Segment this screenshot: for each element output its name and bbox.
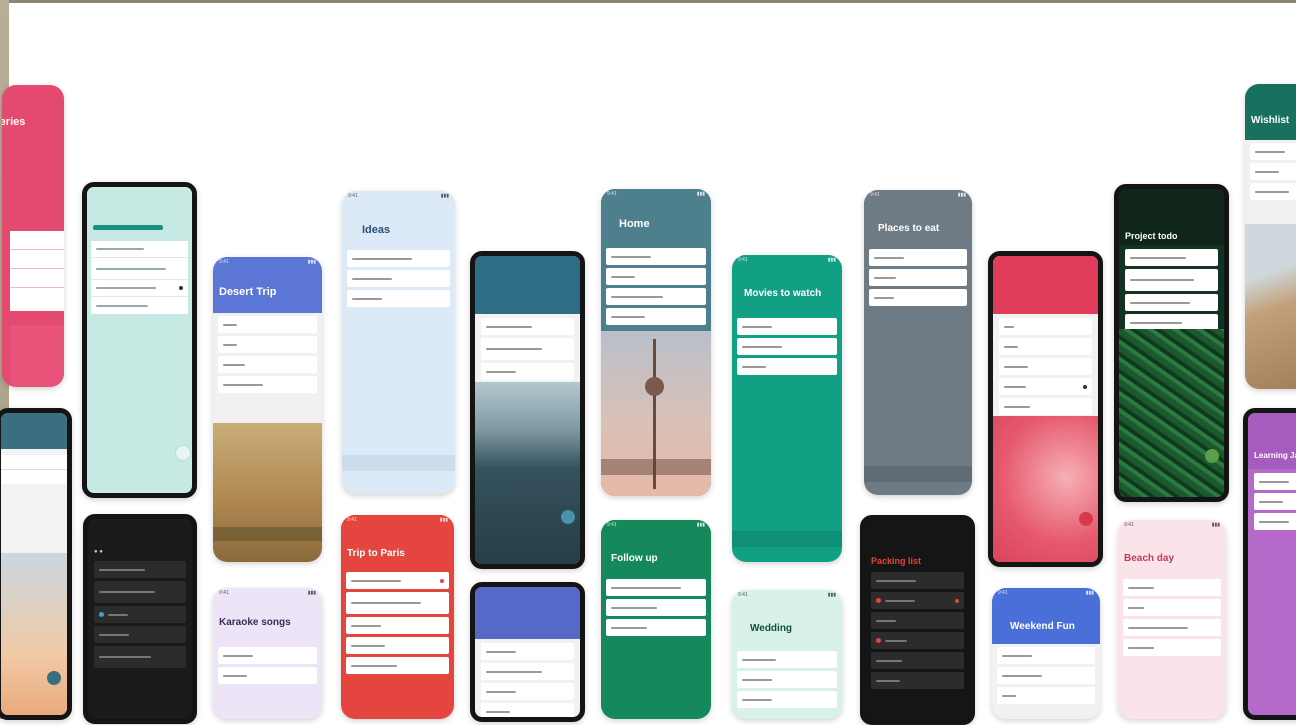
- phone-karaoke-songs: 9:41 ▮▮▮ Karaoke songs: [213, 588, 322, 719]
- fern-leaves-image: [1119, 329, 1224, 497]
- list-title: Learning Japanese: [1254, 451, 1296, 460]
- phone-follow-up: 9:41 ▮▮▮ Follow up: [601, 520, 711, 719]
- phone-project-todo: Project todo: [1114, 184, 1229, 502]
- list-title: Follow up: [611, 553, 658, 564]
- phone-groceries: Groceries: [2, 85, 64, 387]
- task-list: [732, 315, 842, 375]
- add-task-bar[interactable]: [342, 455, 455, 471]
- sand-dune-image: [1245, 224, 1296, 389]
- add-task-button[interactable]: [1205, 449, 1219, 463]
- task-list: [91, 241, 188, 314]
- list-title: Desert Trip: [219, 286, 277, 298]
- phone-mint-list: [82, 182, 197, 498]
- task-list: [601, 245, 711, 325]
- photo-frame-top-edge: [0, 0, 1296, 3]
- task-list: [342, 247, 455, 307]
- list-title: Karaoke songs: [219, 617, 291, 628]
- task-list: [864, 246, 972, 306]
- list-title: Packing list: [871, 556, 922, 566]
- phone-places-to-eat: 9:41 ▮▮▮ Places to eat: [864, 190, 972, 495]
- header: [1, 413, 67, 449]
- list-title: Wishlist: [1251, 115, 1290, 126]
- phone-sunset: [0, 408, 72, 720]
- phone-movies-to-watch: 9:41 ▮▮▮ Movies to watch: [732, 255, 842, 562]
- phone-trip-to-paris: 9:41 ▮▮▮ Trip to Paris: [341, 515, 454, 719]
- list-title: Wedding: [750, 623, 793, 634]
- phone-school: [470, 251, 585, 569]
- phone-beach-day: 9:41 ▮▮▮ Beach day: [1118, 520, 1226, 719]
- phone-dark-list: ● ●: [83, 514, 197, 724]
- phone-packing-list: Packing list: [860, 515, 975, 725]
- list-title: Trip to Paris: [347, 548, 405, 559]
- phone-weekend-fun: 9:41 ▮▮▮ Weekend Fun: [992, 588, 1100, 719]
- list-title: Places to eat: [878, 223, 940, 234]
- photo-caption-strip: [213, 527, 322, 541]
- phone-reviews: [470, 582, 585, 722]
- tower-sphere: [645, 377, 664, 396]
- background-fill: [10, 325, 64, 387]
- add-task-button[interactable]: [561, 510, 575, 524]
- list-title: Ideas: [362, 224, 391, 236]
- list-title: Project todo: [1125, 231, 1178, 241]
- phone-red-list: [988, 251, 1103, 567]
- phone-home: 9:41 ▮▮▮ Home: [601, 189, 711, 496]
- mountain-image: [475, 382, 580, 564]
- add-task-button[interactable]: [47, 671, 61, 685]
- desert-image: [213, 423, 322, 562]
- phone-ideas: 9:41 ▮▮▮ Ideas: [342, 191, 455, 494]
- phone-learning-japanese: Learning Japanese: [1243, 408, 1296, 720]
- task-list: [10, 231, 64, 311]
- phone-desert-trip: 9:41 ▮▮▮ Desert Trip: [213, 257, 322, 562]
- header: [475, 256, 580, 314]
- list-title: Groceries: [2, 116, 26, 128]
- header: [993, 256, 1098, 314]
- list-title: Movies to watch: [744, 288, 822, 299]
- add-task-bar[interactable]: [732, 531, 842, 547]
- task-list: [213, 313, 322, 393]
- header: [475, 587, 580, 639]
- add-task-button[interactable]: [175, 445, 191, 461]
- phone-wishlist: Wishlist: [1245, 84, 1296, 389]
- add-task-button[interactable]: [1079, 512, 1093, 526]
- pink-abstract-image: [993, 416, 1098, 562]
- sunset-image: [1, 553, 67, 715]
- list-title: Weekend Fun: [1010, 621, 1075, 632]
- add-task-bar[interactable]: [864, 466, 972, 482]
- list-title: Home: [619, 218, 650, 230]
- caption-strip: [601, 459, 711, 475]
- list-title: Beach day: [1124, 553, 1175, 564]
- phone-wedding: 9:41 ▮▮▮ Wedding: [732, 590, 842, 719]
